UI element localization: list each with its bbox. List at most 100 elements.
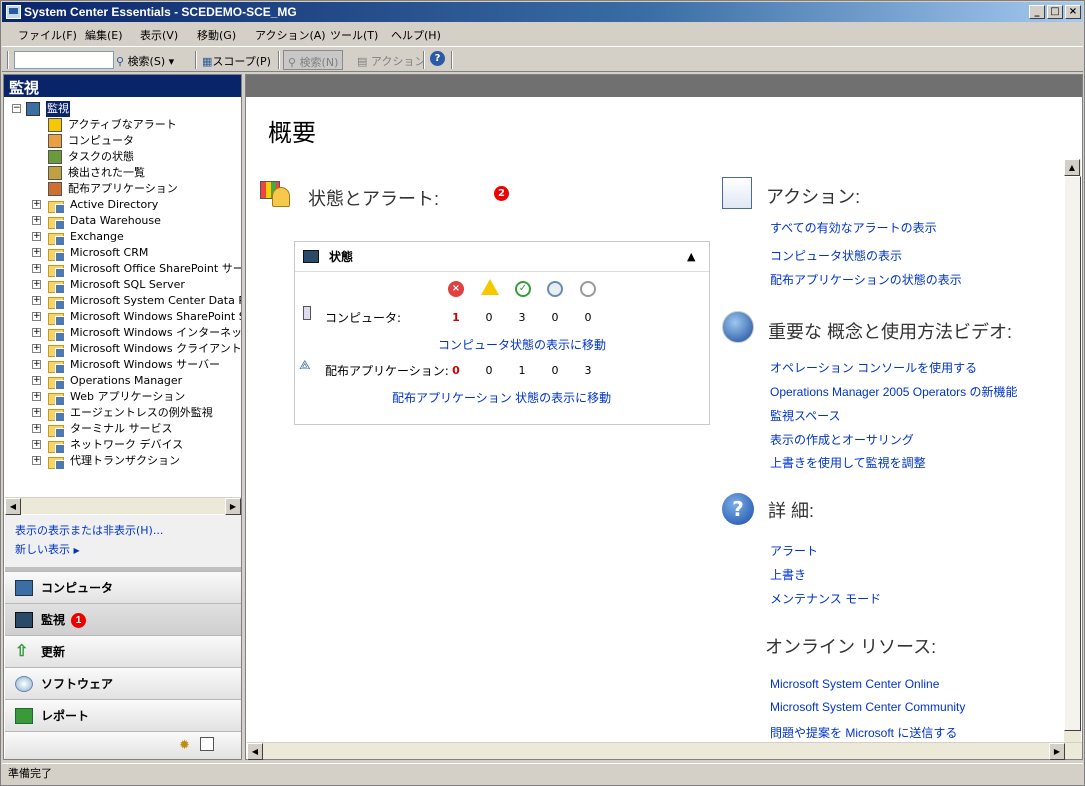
distributed-app-state-link[interactable]: 配布アプリケーション 状態の表示に移動	[392, 389, 611, 406]
tree-view-item[interactable]: 検出された一覧	[48, 165, 238, 181]
computer-count-maintenance[interactable]: 0	[548, 311, 562, 324]
expand-icon[interactable]: +	[32, 456, 41, 465]
tree-folder[interactable]: + ネットワーク デバイス	[32, 437, 241, 454]
computer-count-error[interactable]: 1	[449, 311, 463, 324]
minimize-icon[interactable]: _	[1029, 5, 1045, 19]
scroll-right-icon[interactable]: ▶	[225, 498, 241, 515]
online-link-sce-community[interactable]: Microsoft System Center Community	[770, 700, 965, 714]
close-icon[interactable]: ×	[1065, 5, 1081, 19]
expand-icon[interactable]: +	[32, 408, 41, 417]
expand-icon[interactable]: +	[32, 232, 41, 241]
gear-icon[interactable]: ✹	[179, 738, 190, 753]
tree-folder[interactable]: + Microsoft Windows インターネット イ	[32, 325, 241, 342]
expand-icon[interactable]: +	[32, 200, 41, 209]
scroll-right-icon[interactable]: ▶	[1049, 743, 1065, 760]
all-active-alerts-link[interactable]: すべての有効なアラートの表示	[770, 219, 937, 236]
online-link-sce-online[interactable]: Microsoft System Center Online	[770, 677, 939, 691]
tree-root[interactable]: − 監視	[10, 101, 100, 117]
app-count-maintenance[interactable]: 0	[548, 364, 562, 377]
computer-count-success[interactable]: 3	[515, 311, 529, 324]
tree-view-item[interactable]: タスクの状態	[48, 149, 238, 165]
expand-icon[interactable]: +	[32, 312, 41, 321]
online-link-feedback[interactable]: 問題や提案を Microsoft に送信する	[770, 724, 957, 741]
computer-state-link[interactable]: コンピュータ状態の表示に移動	[438, 336, 606, 353]
menu-go[interactable]: 移動(G)	[197, 27, 236, 43]
distributed-app-state-view-link[interactable]: 配布アプリケーションの状態の表示	[770, 271, 962, 288]
video-link-monitoring-space[interactable]: 監視スペース	[770, 407, 841, 424]
scope-button[interactable]: ▦スコープ(P)	[202, 53, 271, 69]
video-link-operations-console[interactable]: オペレーション コンソールを使用する	[770, 359, 977, 376]
action-button[interactable]: ▤ アクション	[357, 53, 425, 69]
app-count-error[interactable]: 0	[449, 364, 463, 377]
scroll-left-icon[interactable]: ◀	[5, 498, 21, 515]
tree-folder[interactable]: + Active Directory	[32, 197, 241, 214]
computer-state-view-link[interactable]: コンピュータ状態の表示	[770, 247, 902, 264]
tree-folder[interactable]: + Microsoft Office SharePoint サーバ	[32, 261, 241, 278]
maximize-icon[interactable]: □	[1047, 5, 1063, 19]
tree-view-item[interactable]: 配布アプリケーション	[48, 181, 238, 197]
tree-folder[interactable]: + Web アプリケーション	[32, 389, 241, 406]
menu-tools[interactable]: ツール(T)	[330, 27, 378, 43]
expand-icon[interactable]: +	[32, 296, 41, 305]
nav-button-monitoring[interactable]: 監視 1	[5, 603, 241, 635]
expand-icon[interactable]: +	[32, 440, 41, 449]
computer-count-unmonitored[interactable]: 0	[581, 311, 595, 324]
nav-button-updates[interactable]: ⇧ 更新	[5, 635, 241, 667]
video-link-overrides[interactable]: 上書きを使用して監視を調整	[770, 454, 926, 471]
nav-button-reporting[interactable]: レポート	[5, 699, 241, 731]
tree-folder[interactable]: + エージェントレスの例外監視	[32, 405, 241, 422]
tree-folder[interactable]: + Microsoft Windows サーバー	[32, 357, 241, 374]
details-link-maintenance-mode[interactable]: メンテナンス モード	[770, 590, 881, 607]
tree-view-item[interactable]: コンピュータ	[48, 133, 238, 149]
tree-folder[interactable]: + Microsoft CRM	[32, 245, 241, 262]
tree-folder[interactable]: + Microsoft System Center Data Pro	[32, 293, 241, 310]
help-icon[interactable]: ?	[430, 51, 445, 66]
search-button[interactable]: ⚲ 検索(S) ▾	[116, 53, 174, 69]
expand-icon[interactable]: +	[32, 328, 41, 337]
new-view-link[interactable]: 新しい表示 ▶	[15, 541, 80, 557]
tree-folder[interactable]: + Exchange	[32, 229, 241, 246]
menu-help[interactable]: ヘルプ(H)	[391, 27, 441, 43]
content-vertical-scrollbar[interactable]: ▲	[1064, 159, 1081, 742]
app-count-success[interactable]: 1	[515, 364, 529, 377]
edit-icon[interactable]	[200, 737, 214, 751]
nav-button-computers[interactable]: コンピュータ	[5, 571, 241, 603]
app-count-unmonitored[interactable]: 3	[581, 364, 595, 377]
tree-folder[interactable]: + Data Warehouse	[32, 213, 241, 230]
title-bar[interactable]: System Center Essentials - SCEDEMO-SCE_M…	[2, 2, 1083, 22]
tree-folder[interactable]: + Operations Manager	[32, 373, 241, 390]
expand-icon[interactable]: +	[32, 264, 41, 273]
tree-folder[interactable]: + 代理トランザクション	[32, 453, 241, 470]
expand-icon[interactable]: +	[32, 216, 41, 225]
details-link-alerts[interactable]: アラート	[770, 542, 818, 559]
tree-horizontal-scrollbar[interactable]: ◀ ▶	[5, 497, 241, 515]
tree-folder[interactable]: + Microsoft Windows クライアント	[32, 341, 241, 358]
tree-folder[interactable]: + Microsoft SQL Server	[32, 277, 241, 294]
expand-icon[interactable]: +	[32, 280, 41, 289]
tree-folder[interactable]: + ターミナル サービス	[32, 421, 241, 438]
scroll-left-icon[interactable]: ◀	[247, 743, 263, 760]
scrollbar-thumb[interactable]	[1064, 176, 1081, 731]
menu-view[interactable]: 表示(V)	[140, 27, 178, 43]
details-link-overrides[interactable]: 上書き	[770, 566, 806, 583]
expand-icon[interactable]: +	[32, 392, 41, 401]
search-input[interactable]	[14, 51, 114, 69]
expand-icon[interactable]: +	[32, 376, 41, 385]
video-link-whats-new[interactable]: Operations Manager 2005 Operators の新機能	[770, 383, 1017, 400]
expand-icon[interactable]: +	[32, 248, 41, 257]
scroll-up-icon[interactable]: ▲	[1064, 159, 1080, 176]
tree-view-item[interactable]: アクティブなアラート	[48, 117, 238, 133]
collapse-icon[interactable]: −	[12, 104, 21, 113]
expand-icon[interactable]: +	[32, 344, 41, 353]
collapse-up-icon[interactable]: ▲	[687, 242, 695, 272]
expand-icon[interactable]: +	[32, 424, 41, 433]
find-button[interactable]: ⚲ 検索(N)	[283, 50, 344, 70]
content-horizontal-scrollbar[interactable]: ◀ ▶	[247, 742, 1082, 760]
nav-button-software[interactable]: ソフトウェア	[5, 667, 241, 699]
expand-icon[interactable]: +	[32, 360, 41, 369]
state-panel-header[interactable]: 状態 ▲	[295, 242, 709, 272]
computer-count-warning[interactable]: 0	[482, 311, 496, 324]
menu-edit[interactable]: 編集(E)	[85, 27, 123, 43]
app-count-warning[interactable]: 0	[482, 364, 496, 377]
video-link-authoring[interactable]: 表示の作成とオーサリング	[770, 431, 914, 448]
